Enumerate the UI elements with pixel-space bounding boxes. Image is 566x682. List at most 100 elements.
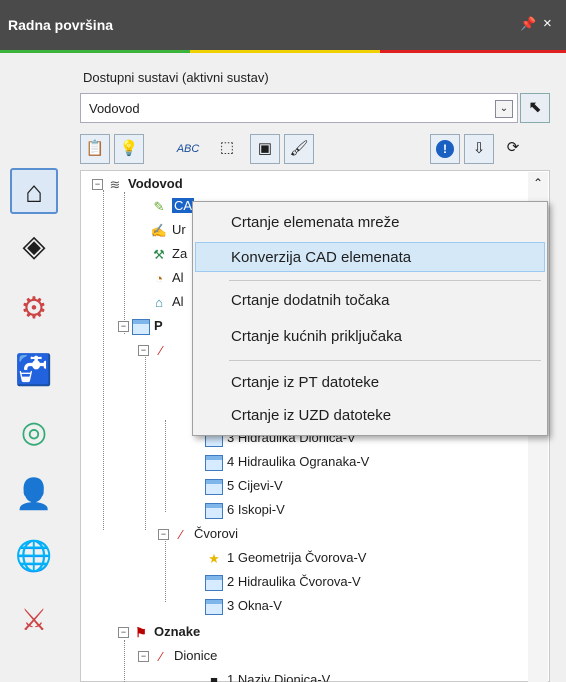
collapse-icon[interactable]: − — [138, 345, 149, 357]
menu-separator — [229, 280, 541, 281]
tree-node-label: 2 Hidraulika Čvorova-V — [227, 574, 361, 589]
tree-node-label: Čvorovi — [194, 526, 239, 541]
download-icon: ⇩ — [472, 140, 486, 157]
tree-node[interactable]: 4 Hidraulika Ogranaka-V — [205, 451, 369, 473]
tree-node[interactable]: − P — [118, 315, 163, 337]
lightbulb-icon: 💡 — [119, 140, 139, 157]
home-button[interactable]: ⌂ — [10, 168, 58, 214]
star-icon: ★ — [208, 550, 220, 566]
network-button[interactable]: ◎ — [10, 410, 58, 456]
tree-node[interactable]: − ⚑ Oznake — [118, 621, 200, 643]
tree-node-label: Za — [172, 246, 188, 261]
menu-item-konverzija-cad[interactable]: Konverzija CAD elemenata — [195, 242, 545, 272]
scroll-up-icon[interactable]: ⌃ — [528, 176, 548, 190]
collapse-icon[interactable]: − — [92, 179, 103, 191]
menu-item-uzd-datoteka[interactable]: Crtanje iz UZD datoteke — [193, 401, 547, 431]
collapse-icon[interactable]: − — [118, 321, 129, 333]
pin-icon[interactable]: 📌 — [520, 16, 536, 32]
window-button[interactable]: ▣ — [250, 134, 280, 164]
tree-node-label: Vodovod — [128, 176, 183, 191]
properties-button[interactable]: 📋 — [80, 134, 110, 164]
lightbulb-button[interactable]: 💡 — [114, 134, 144, 164]
info-icon: ! — [436, 140, 454, 158]
tree-node[interactable]: − ∕ Čvorovi — [158, 523, 238, 545]
tree-node[interactable]: 3 Okna-V — [205, 595, 282, 617]
table-icon — [205, 478, 223, 495]
cursor-select-icon: ⬉ — [528, 99, 542, 116]
tree-node-label: Al — [172, 270, 184, 285]
tree-node-label: 1 Geometrija Čvorova-V — [227, 550, 367, 565]
label-abc-button[interactable]: ABC — [170, 134, 206, 164]
refresh-button[interactable]: ⟳ — [498, 134, 528, 164]
tree-line — [124, 192, 125, 334]
table-icon — [132, 318, 150, 335]
tree-node-label: Dionice — [174, 648, 218, 663]
tree-node[interactable]: ⌂ Al — [150, 291, 184, 313]
line-icon: ∕ — [179, 526, 183, 542]
tree-node-label: 4 Hidraulika Ogranaka-V — [227, 454, 370, 469]
collapse-icon[interactable]: − — [138, 651, 149, 663]
table-icon — [205, 598, 223, 615]
stripe-yellow — [190, 50, 380, 53]
tree-node-root[interactable]: − ≋ Vodovod — [92, 173, 183, 195]
close-icon[interactable]: × — [543, 15, 552, 32]
tree-node-label: 5 Cijevi-V — [227, 478, 283, 493]
tree-node[interactable]: 5 Cijevi-V — [205, 475, 283, 497]
home-icon: ⌂ — [24, 176, 44, 209]
tree-line — [103, 190, 104, 530]
tree-line — [165, 538, 166, 602]
color-stripes — [0, 50, 566, 58]
system-select-value: Vodovod — [89, 101, 140, 116]
menu-item-kucni-prikljucci[interactable]: Crtanje kućnih priključaka — [193, 322, 547, 352]
valve-button[interactable]: ⚙ — [10, 286, 58, 332]
globe-icon: 🌐 — [15, 540, 53, 573]
info-button[interactable]: ! — [430, 134, 460, 164]
pencil-icon: ✎ — [153, 198, 165, 214]
systems-label: Dostupni sustavi (aktivni sustav) — [83, 70, 269, 85]
table-icon — [205, 574, 223, 591]
menu-item-dodatne-tocke[interactable]: Crtanje dodatnih točaka — [193, 286, 547, 316]
line-icon: ∕ — [159, 342, 163, 358]
tree-node-label: 3 Okna-V — [227, 598, 282, 613]
pick-cursor-button[interactable]: ⬉ — [520, 93, 550, 123]
tree-node[interactable]: 6 Iskopi-V — [205, 499, 285, 521]
edit-icon: ✍ — [150, 222, 168, 238]
line-icon: ∕ — [159, 648, 163, 664]
select-button[interactable]: ⬚ — [212, 134, 242, 164]
tree-node-label: Al — [172, 294, 184, 309]
tree-node-label: 1 Naziv Dionica-V — [227, 672, 331, 682]
system-select[interactable]: Vodovod ⌄ — [80, 93, 518, 123]
collapse-icon[interactable]: − — [158, 529, 169, 541]
tree-node[interactable]: ⚒ Za — [150, 243, 187, 265]
left-rail: ⌂ ◈ ⚙ 🚰 ◎ 👤 🌐 ⚔ — [0, 168, 80, 682]
tree-node-label: Oznake — [154, 624, 201, 639]
brush-button[interactable]: 🖌 — [284, 134, 314, 164]
tree-node[interactable]: ✍ Ur — [150, 219, 186, 241]
menu-item-crtanje-elemenata[interactable]: Crtanje elemenata mreže — [193, 208, 547, 238]
globe-button[interactable]: 🌐 — [10, 534, 58, 580]
users-button[interactable]: 👤 — [10, 472, 58, 518]
tap-icon: 🚰 — [15, 354, 53, 387]
tree-node[interactable]: ■ 1 Naziv Dionica-V — [205, 669, 330, 682]
valve-icon: ⚙ — [20, 292, 48, 325]
tree-node[interactable]: − ∕ — [138, 339, 174, 361]
menu-separator — [229, 360, 541, 361]
tool-icon: ⚒ — [153, 246, 165, 262]
flag-icon: ⚑ — [135, 624, 147, 640]
tree-node[interactable]: ★ 1 Geometrija Čvorova-V — [205, 547, 366, 569]
tree-node[interactable]: ✎ CA — [150, 195, 195, 217]
tree-node[interactable]: − ∕ Dionice — [138, 645, 217, 667]
grid-button[interactable]: ◈ — [10, 224, 58, 270]
stripe-red — [380, 50, 566, 53]
tree-node-label: 6 Iskopi-V — [227, 502, 285, 517]
tree-node[interactable]: 2 Hidraulika Čvorova-V — [205, 571, 361, 593]
chevron-down-icon[interactable]: ⌄ — [495, 100, 513, 118]
download-button[interactable]: ⇩ — [464, 134, 494, 164]
context-menu: Crtanje elemenata mreže Konverzija CAD e… — [192, 201, 548, 436]
tree-node[interactable]: ◔ Al — [150, 267, 184, 289]
collapse-icon[interactable]: − — [118, 627, 129, 639]
network-icon: ≋ — [109, 176, 121, 192]
menu-item-pt-datoteka[interactable]: Crtanje iz PT datoteke — [193, 368, 547, 398]
routing-button[interactable]: ⚔ — [10, 598, 58, 644]
tap-button[interactable]: 🚰 — [10, 348, 58, 394]
